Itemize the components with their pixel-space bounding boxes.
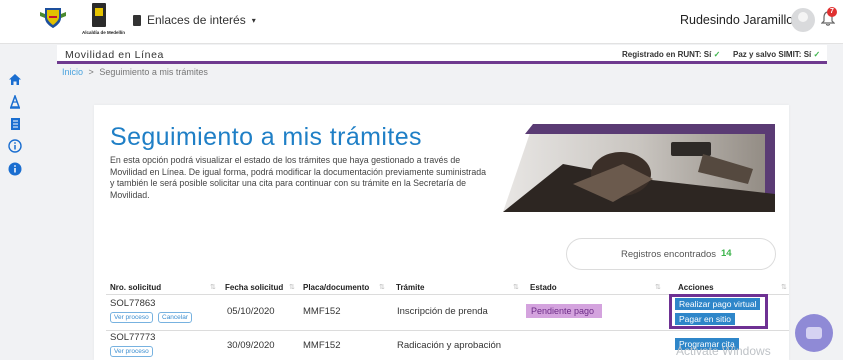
home-icon[interactable] — [8, 72, 22, 86]
col-header-estado[interactable]: Estado — [530, 283, 557, 292]
pagar-en-sitio-button[interactable]: Pagar en sitio — [675, 313, 735, 325]
simit-status: Paz y salvo SIMIT: Sí ✓ — [733, 50, 821, 59]
chevron-down-icon: ▾ — [251, 15, 256, 25]
col-header-solicitud[interactable]: Nro. solicitud — [110, 283, 161, 292]
app-subbar: Movilidad en Línea Registrado en RUNT: S… — [57, 45, 827, 64]
tramite: Inscripción de prenda — [397, 306, 488, 317]
traffic-cone-icon[interactable] — [8, 95, 22, 109]
fecha-solicitud: 05/10/2020 — [227, 306, 275, 317]
notification-bell[interactable]: 7 — [820, 7, 837, 27]
runt-status: Registrado en RUNT: Sí ✓ — [622, 50, 721, 59]
records-found-label: Registros encontrados — [621, 249, 717, 260]
app-title: Movilidad en Línea — [65, 49, 164, 61]
top-bar: Alcaldía de Medellín Enlaces de interés … — [0, 0, 843, 44]
links-menu[interactable]: Enlaces de interés ▾ — [133, 13, 256, 27]
col-header-acciones[interactable]: Acciones — [678, 283, 714, 292]
activate-windows-watermark: Activate Windows — [676, 344, 771, 358]
links-menu-label: Enlaces de interés — [147, 13, 246, 27]
check-icon: ✓ — [713, 50, 721, 59]
user-menu[interactable]: Rudesindo Jaramillo — [680, 13, 808, 27]
coat-of-arms-logo — [40, 8, 66, 28]
sort-icon[interactable]: ⇅ — [781, 283, 787, 291]
records-found-count: 14 — [721, 248, 732, 259]
chatbot-icon[interactable] — [795, 314, 833, 352]
notification-badge: 7 — [827, 7, 837, 17]
check-icon: ✓ — [813, 50, 821, 59]
placa-documento: MMF152 — [303, 340, 341, 351]
cancelar-button[interactable]: Cancelar — [158, 312, 193, 323]
placa-documento: MMF152 — [303, 306, 341, 317]
sort-icon[interactable]: ⇅ — [210, 283, 216, 291]
page-title: Seguimiento a mis trámites — [110, 123, 422, 151]
hero-image — [503, 124, 775, 212]
breadcrumb-home-link[interactable]: Inicio — [62, 67, 83, 77]
sidebar — [0, 65, 30, 360]
realizar-pago-virtual-button[interactable]: Realizar pago virtual — [675, 298, 761, 310]
document-icon[interactable] — [8, 117, 22, 131]
info-filled-icon[interactable] — [8, 162, 22, 176]
status-badge: Pendiente pago — [526, 304, 602, 318]
solicitud-number: SOL77773 — [110, 332, 156, 343]
col-header-tramite[interactable]: Trámite — [396, 283, 424, 292]
sort-icon[interactable]: ⇅ — [289, 283, 295, 291]
breadcrumb: Inicio > Seguimiento a mis trámites — [62, 67, 208, 77]
sort-icon[interactable]: ⇅ — [379, 283, 385, 291]
col-header-placa[interactable]: Placa/documento — [303, 283, 369, 292]
sort-icon[interactable]: ⇅ — [655, 283, 661, 291]
tramite: Radicación y aprobación — [397, 340, 502, 351]
records-found-pill: Registros encontrados 14 — [566, 238, 776, 270]
ver-proceso-button[interactable]: Ver proceso — [110, 346, 153, 357]
alcaldia-logo: Alcaldía de Medellín — [82, 3, 125, 39]
breadcrumb-separator: > — [88, 67, 94, 77]
fecha-solicitud: 30/09/2020 — [227, 340, 275, 351]
info-icon[interactable] — [8, 139, 22, 153]
col-header-fecha[interactable]: Fecha solicitud — [225, 283, 283, 292]
row-divider — [106, 330, 789, 331]
ver-proceso-button[interactable]: Ver proceso — [110, 312, 153, 323]
user-name: Rudesindo Jaramillo — [680, 13, 794, 27]
avatar[interactable] — [791, 8, 815, 32]
sort-icon[interactable]: ⇅ — [513, 283, 519, 291]
solicitud-number: SOL77863 — [110, 298, 156, 309]
page-description: En esta opción podrá visualizar el estad… — [110, 155, 487, 200]
breadcrumb-current: Seguimiento a mis trámites — [99, 67, 208, 77]
book-icon — [133, 14, 141, 26]
